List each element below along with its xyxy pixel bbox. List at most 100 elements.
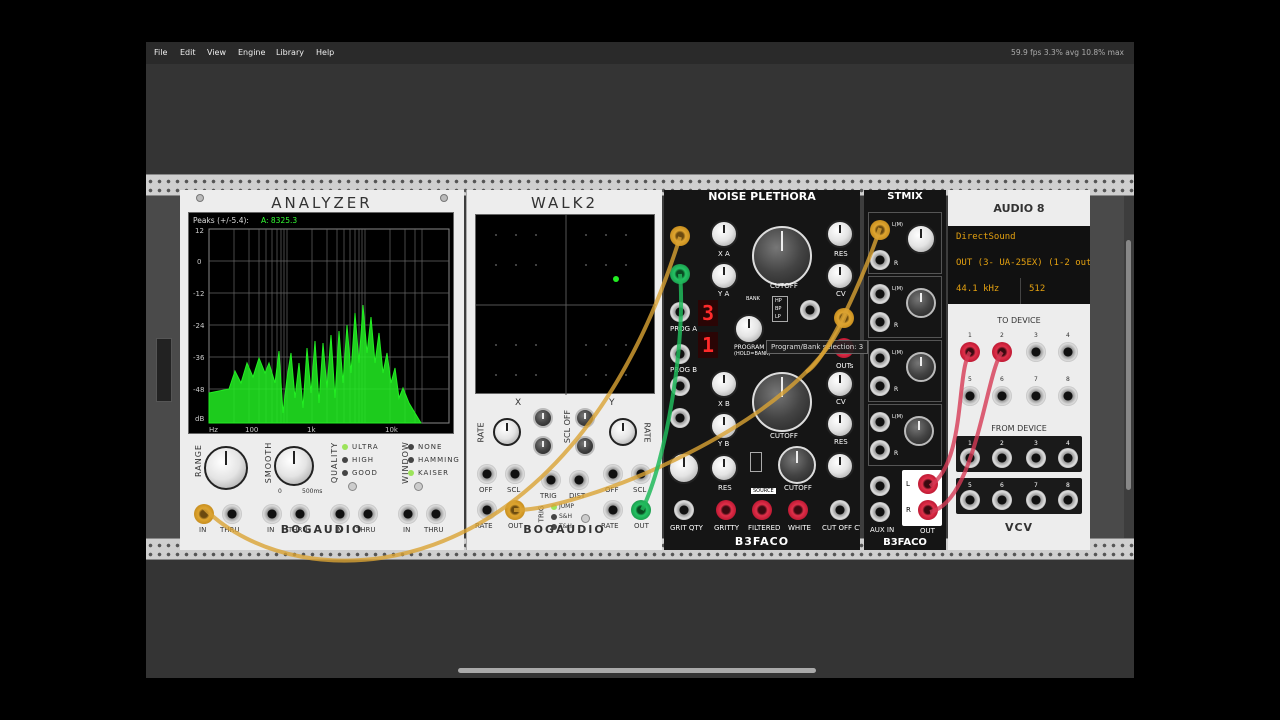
quality-button[interactable] bbox=[348, 482, 357, 491]
ch2-l-jack[interactable] bbox=[870, 284, 890, 304]
grit-qty-jack[interactable] bbox=[674, 500, 694, 520]
filter-a-switch[interactable]: HP BP LP bbox=[772, 296, 788, 322]
from-device-2-jack[interactable] bbox=[992, 448, 1012, 468]
noise-plethora-module[interactable]: NOISE PLETHORA X A Y A CUTOFF RES CV HP B… bbox=[664, 190, 860, 550]
in-c-jack[interactable] bbox=[330, 504, 350, 524]
from-device-4-jack[interactable] bbox=[1058, 448, 1078, 468]
to-device-4-jack[interactable] bbox=[1058, 342, 1078, 362]
stmix-module[interactable]: STMIX L(M) R L(M) R L(M) R L(M) R AUX IN… bbox=[864, 190, 946, 550]
aux-in-r-jack[interactable] bbox=[870, 502, 890, 522]
menu-view[interactable]: View bbox=[207, 48, 226, 57]
to-device-8-jack[interactable] bbox=[1058, 386, 1078, 406]
ch1-l-jack[interactable] bbox=[870, 220, 890, 240]
prog-b-jack[interactable] bbox=[670, 344, 690, 364]
xb-knob[interactable] bbox=[710, 370, 738, 398]
out-l-jack[interactable] bbox=[918, 474, 938, 494]
smooth-knob[interactable] bbox=[274, 446, 314, 486]
yb-cv-jack[interactable] bbox=[670, 408, 690, 428]
cv-a-knob[interactable] bbox=[826, 262, 854, 290]
menu-help[interactable]: Help bbox=[316, 48, 334, 57]
out-r-jack[interactable] bbox=[918, 500, 938, 520]
prog-a-jack[interactable] bbox=[670, 302, 690, 322]
window-button[interactable] bbox=[414, 482, 423, 491]
res-b-knob[interactable] bbox=[826, 410, 854, 438]
res-c-knob[interactable] bbox=[710, 454, 738, 482]
xa-knob[interactable] bbox=[710, 220, 738, 248]
filtered-out-jack[interactable] bbox=[752, 500, 772, 520]
block-size-select[interactable]: 512 bbox=[1020, 278, 1090, 304]
cutoff-cv-jack[interactable] bbox=[830, 500, 850, 520]
out-x-jack[interactable] bbox=[505, 500, 525, 520]
scl-y-knob[interactable] bbox=[575, 408, 595, 428]
to-device-2-jack[interactable] bbox=[992, 342, 1012, 362]
in-d-jack[interactable] bbox=[398, 504, 418, 524]
thru-b-jack[interactable] bbox=[290, 504, 310, 524]
analyzer-module[interactable]: ANALYZER Peaks (+/-5.4): A: 8325.3 12 0 … bbox=[180, 190, 464, 550]
from-device-8-jack[interactable] bbox=[1058, 490, 1078, 510]
scl-y-jack[interactable] bbox=[631, 464, 651, 484]
in-a-jack[interactable] bbox=[194, 504, 214, 524]
ch4-l-jack[interactable] bbox=[870, 412, 890, 432]
off-x-jack[interactable] bbox=[477, 464, 497, 484]
from-device-7-jack[interactable] bbox=[1026, 490, 1046, 510]
to-device-5-jack[interactable] bbox=[960, 386, 980, 406]
ch4-r-jack[interactable] bbox=[870, 440, 890, 460]
to-device-3-jack[interactable] bbox=[1026, 342, 1046, 362]
scl-x-jack[interactable] bbox=[505, 464, 525, 484]
cutoff-cv-knob[interactable] bbox=[826, 452, 854, 480]
grit-knob[interactable] bbox=[668, 452, 700, 484]
menu-engine[interactable]: Engine bbox=[238, 48, 265, 57]
menu-edit[interactable]: Edit bbox=[180, 48, 196, 57]
ch3-r-jack[interactable] bbox=[870, 376, 890, 396]
cv-b-knob[interactable] bbox=[826, 370, 854, 398]
walk2-module[interactable]: WALK2 X Y RATE SCL OFF RATE OFF SCL TRIG… bbox=[466, 190, 662, 550]
from-device-3-jack[interactable] bbox=[1026, 448, 1046, 468]
range-knob[interactable] bbox=[204, 446, 248, 490]
off-y-jack[interactable] bbox=[603, 464, 623, 484]
gritty-out-jack[interactable] bbox=[716, 500, 736, 520]
thru-c-jack[interactable] bbox=[358, 504, 378, 524]
cutoff-a-knob[interactable] bbox=[752, 226, 812, 286]
rate-x-knob[interactable] bbox=[493, 418, 521, 446]
ch2-r-jack[interactable] bbox=[870, 312, 890, 332]
ch4-level-knob[interactable] bbox=[904, 416, 934, 446]
filter-c-switch[interactable] bbox=[750, 452, 762, 472]
white-out-jack[interactable] bbox=[788, 500, 808, 520]
program-knob[interactable] bbox=[734, 314, 764, 344]
rate-y-knob[interactable] bbox=[609, 418, 637, 446]
ch3-l-jack[interactable] bbox=[870, 348, 890, 368]
res-a-knob[interactable] bbox=[826, 220, 854, 248]
from-device-1-jack[interactable] bbox=[960, 448, 980, 468]
yb-knob[interactable] bbox=[710, 412, 738, 440]
ya-cv-jack[interactable] bbox=[670, 264, 690, 284]
out-a-jack[interactable] bbox=[834, 308, 854, 328]
to-device-6-jack[interactable] bbox=[992, 386, 1012, 406]
rate-y-jack[interactable] bbox=[603, 500, 623, 520]
out-y-jack[interactable] bbox=[631, 500, 651, 520]
trig-jack[interactable] bbox=[541, 470, 561, 490]
ch1-r-jack[interactable] bbox=[870, 250, 890, 270]
rate-x-jack[interactable] bbox=[477, 500, 497, 520]
from-device-6-jack[interactable] bbox=[992, 490, 1012, 510]
cutoff-c-knob[interactable] bbox=[778, 446, 816, 484]
menu-file[interactable]: File bbox=[154, 48, 167, 57]
audio8-module[interactable]: AUDIO 8 DirectSound OUT (3- UA-25EX) (1-… bbox=[948, 190, 1090, 550]
vertical-scrollbar[interactable] bbox=[1126, 240, 1131, 490]
ch3-level-knob[interactable] bbox=[906, 352, 936, 382]
to-device-7-jack[interactable] bbox=[1026, 386, 1046, 406]
off-x-knob[interactable] bbox=[533, 436, 553, 456]
off-y-knob[interactable] bbox=[575, 436, 595, 456]
thru-a-jack[interactable] bbox=[222, 504, 242, 524]
to-device-1-jack[interactable] bbox=[960, 342, 980, 362]
horizontal-scrollbar[interactable] bbox=[458, 668, 816, 673]
in-b-jack[interactable] bbox=[262, 504, 282, 524]
thru-d-jack[interactable] bbox=[426, 504, 446, 524]
ch1-level-knob[interactable] bbox=[906, 224, 936, 254]
aux-in-l-jack[interactable] bbox=[870, 476, 890, 496]
sample-rate-select[interactable]: 44.1 kHz bbox=[948, 278, 1020, 304]
dist-jack[interactable] bbox=[569, 470, 589, 490]
ya-knob[interactable] bbox=[710, 262, 738, 290]
menu-library[interactable]: Library bbox=[276, 48, 304, 57]
xb-cv-jack[interactable] bbox=[670, 376, 690, 396]
cutoff-b-knob[interactable] bbox=[752, 372, 812, 432]
